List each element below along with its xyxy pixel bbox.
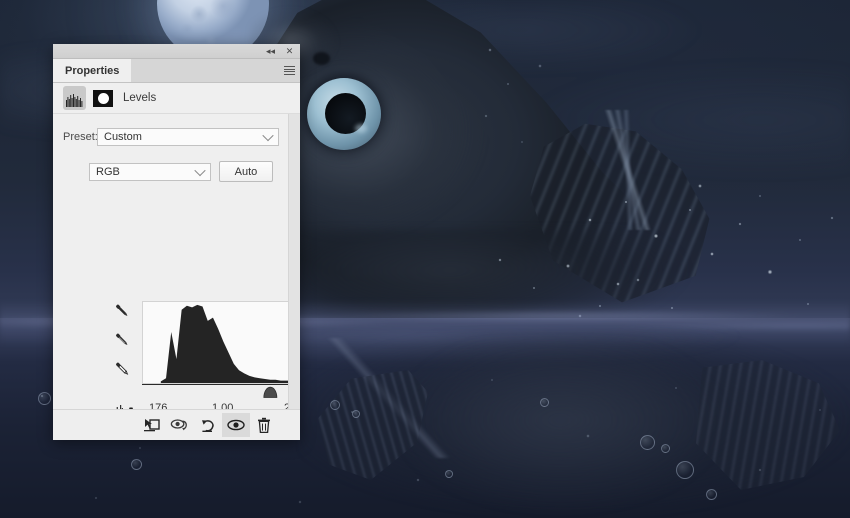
panel-body: Preset: Custom RGB Auto 176 1.00 [53,114,300,409]
bubble [445,470,453,478]
panel-titlebar: ◂◂ ✕ [53,44,300,59]
chevron-down-icon [194,164,206,176]
adjustment-header: Levels [53,83,300,114]
channel-row: RGB Auto [53,161,289,182]
properties-panel[interactable]: ◂◂ ✕ Properties Levels Preset: Custom RG… [53,44,300,440]
set-gray-point-eyedropper[interactable] [113,331,131,349]
reset-button[interactable] [194,413,222,437]
bubble [352,410,360,418]
chevron-down-icon [262,129,274,142]
bubble [38,392,51,405]
fish-eye-highlight [355,124,367,133]
bubble [330,400,340,410]
input-levels-values-row: A 176 1.00 255 [115,402,300,409]
fish-nostril [313,52,330,65]
collapse-panel-icon[interactable]: ◂◂ [264,45,277,57]
tab-properties-label: Properties [65,64,120,77]
auto-button[interactable]: Auto [219,161,273,182]
input-levels-slider-track[interactable] [142,384,300,399]
panel-footer-toolbar [53,409,300,440]
bubble [640,435,655,450]
bubble [676,461,694,479]
channel-select-value: RGB [96,165,120,178]
set-black-point-eyedropper[interactable] [113,302,131,320]
layer-mask-thumbnail[interactable] [93,89,113,107]
screenshot-root: ◂◂ ✕ Properties Levels Preset: Custom RG… [0,0,850,518]
adjustment-title: Levels [123,92,157,104]
bubble [540,398,549,407]
view-previous-state-button[interactable] [166,413,194,437]
delete-button[interactable] [250,413,278,437]
panel-scrollbar[interactable] [288,114,300,409]
tab-properties[interactable]: Properties [53,59,132,82]
histogram-display[interactable] [142,301,300,384]
black-point-slider [263,386,278,398]
preset-select-value: Custom [104,131,142,143]
input-gamma-field[interactable]: 1.00 [210,402,258,409]
hamburger-menu-icon[interactable] [278,59,300,82]
clipping-warning-icon: A [115,403,141,409]
airborne-droplets [460,30,580,160]
levels-histogram-icon[interactable] [63,86,86,110]
preset-row: Preset: Custom [53,128,289,146]
close-icon[interactable]: ✕ [283,45,296,57]
bubble [706,489,717,500]
preset-label: Preset: [63,131,98,143]
input-black-level-field[interactable]: 176 [147,402,195,409]
bubble [661,444,670,453]
toggle-visibility-button[interactable] [222,413,250,437]
svg-text:A: A [126,407,136,410]
panel-tab-row: Properties [53,59,300,83]
set-white-point-eyedropper[interactable] [113,360,131,378]
eyedropper-group [113,302,139,378]
bubble [131,459,142,470]
clip-to-layer-button[interactable] [138,413,166,437]
preset-select[interactable]: Custom [97,128,279,146]
channel-select[interactable]: RGB [89,162,211,181]
